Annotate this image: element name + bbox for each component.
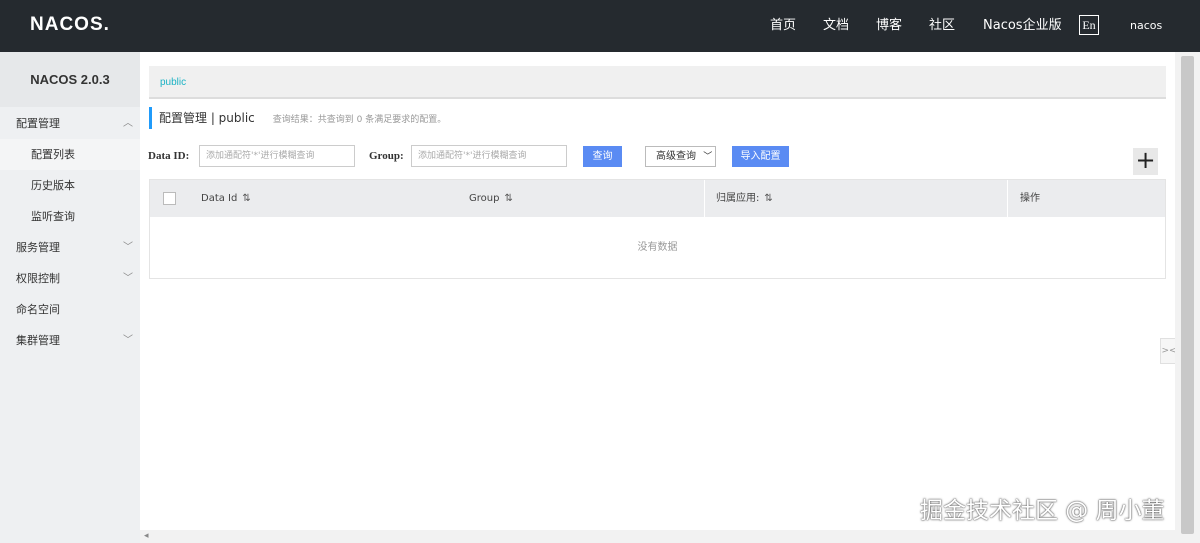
- sort-icon[interactable]: ⇅: [242, 193, 250, 204]
- page-title: 配置管理 | public 查询结果：共查询到 0 条满足要求的配置。: [149, 107, 446, 129]
- sidebar-item-label: 监听查询: [31, 210, 75, 223]
- nacos-logo[interactable]: NACOS.: [30, 12, 110, 38]
- empty-state-text: 没有数据: [637, 242, 678, 253]
- column-divider: [704, 180, 705, 217]
- sort-icon[interactable]: ⇅: [504, 193, 512, 204]
- column-header-group: Group ⇅: [469, 180, 513, 217]
- sidebar-item-service-management[interactable]: 服务管理 ﹀: [0, 232, 140, 263]
- page-title-text: 配置管理 | public: [159, 111, 255, 125]
- watermark: 掘金技术社区 @ 周小董: [920, 498, 1165, 524]
- table-header: Data Id ⇅ Group ⇅ 归属应用: ⇅ 操作: [150, 180, 1165, 217]
- chevron-down-icon: ﹀: [123, 335, 133, 346]
- sidebar-item-cluster-management[interactable]: 集群管理 ﹀: [0, 325, 140, 356]
- column-header-data-id: Data Id ⇅: [201, 180, 251, 217]
- sort-icon[interactable]: ⇅: [764, 193, 772, 204]
- query-result-text: 查询结果：共查询到 0 条满足要求的配置。: [272, 115, 447, 125]
- sidebar-item-namespace[interactable]: 命名空间: [0, 294, 140, 325]
- top-nav-bar: NACOS. 首页 文档 博客 社区 Nacos企业版 En nacos: [0, 0, 1200, 52]
- data-id-label: Data ID:: [148, 150, 190, 162]
- advanced-query-label: 高级查询: [656, 151, 696, 162]
- sidebar-item-config-management[interactable]: 配置管理 ︿: [0, 108, 140, 139]
- user-name[interactable]: nacos: [1130, 0, 1162, 52]
- horizontal-scrollbar[interactable]: ◂: [140, 530, 1175, 543]
- chevron-down-icon: ﹀: [123, 273, 133, 284]
- sidebar-title: NACOS 2.0.3: [0, 52, 140, 107]
- sidebar-item-label: 历史版本: [31, 179, 75, 192]
- sidebar-item-label: 配置管理: [16, 117, 60, 130]
- column-label: 归属应用:: [716, 193, 760, 204]
- sidebar-item-permission-control[interactable]: 权限控制 ﹀: [0, 263, 140, 294]
- namespace-link-public[interactable]: public: [160, 66, 186, 99]
- sidebar-item-config-list[interactable]: 配置列表: [0, 139, 140, 170]
- chevron-up-icon: ︿: [123, 118, 133, 129]
- nav-enterprise[interactable]: Nacos企业版: [983, 0, 1062, 52]
- config-table: Data Id ⇅ Group ⇅ 归属应用: ⇅ 操作 没有数据: [149, 179, 1166, 279]
- scroll-left-icon[interactable]: ◂: [144, 530, 149, 543]
- namespace-bar: public: [149, 66, 1166, 99]
- column-header-actions: 操作: [1020, 193, 1040, 204]
- main-content: public 配置管理 | public 查询结果：共查询到 0 条满足要求的配置…: [140, 52, 1175, 543]
- sidebar-item-label: 服务管理: [16, 241, 60, 254]
- vertical-scrollbar[interactable]: [1175, 52, 1200, 543]
- advanced-query-button[interactable]: 高级查询 ﹀: [645, 146, 716, 167]
- nav-blog[interactable]: 博客: [876, 0, 902, 52]
- sidebar: NACOS 2.0.3 配置管理 ︿ 配置列表 历史版本 监听查询 服务管理 ﹀…: [0, 52, 140, 543]
- sidebar-item-label: 配置列表: [31, 148, 75, 161]
- group-label: Group:: [369, 150, 404, 162]
- column-label: Data Id: [201, 193, 238, 204]
- chevron-down-icon: ﹀: [123, 242, 133, 253]
- sidebar-item-label: 命名空间: [16, 303, 60, 316]
- nav-community[interactable]: 社区: [929, 0, 955, 52]
- add-config-button[interactable]: +: [1133, 148, 1158, 175]
- language-toggle-button[interactable]: En: [1079, 15, 1099, 35]
- group-input[interactable]: [411, 145, 567, 167]
- query-button[interactable]: 查询: [583, 146, 622, 167]
- sidebar-item-label: 权限控制: [16, 272, 60, 285]
- nav-docs[interactable]: 文档: [823, 0, 849, 52]
- chevron-down-icon: ﹀: [703, 152, 713, 162]
- import-config-button[interactable]: 导入配置: [732, 146, 789, 167]
- nav-home[interactable]: 首页: [770, 0, 796, 52]
- sidebar-item-history[interactable]: 历史版本: [0, 170, 140, 201]
- scrollbar-thumb[interactable]: [1181, 56, 1194, 534]
- select-all-checkbox[interactable]: [163, 192, 176, 205]
- column-header-app: 归属应用: ⇅: [716, 180, 773, 217]
- column-label: Group: [469, 193, 500, 204]
- data-id-input[interactable]: [199, 145, 355, 167]
- column-divider: [1007, 180, 1008, 217]
- sidebar-item-label: 集群管理: [16, 334, 60, 347]
- sidebar-item-listener-query[interactable]: 监听查询: [0, 201, 140, 232]
